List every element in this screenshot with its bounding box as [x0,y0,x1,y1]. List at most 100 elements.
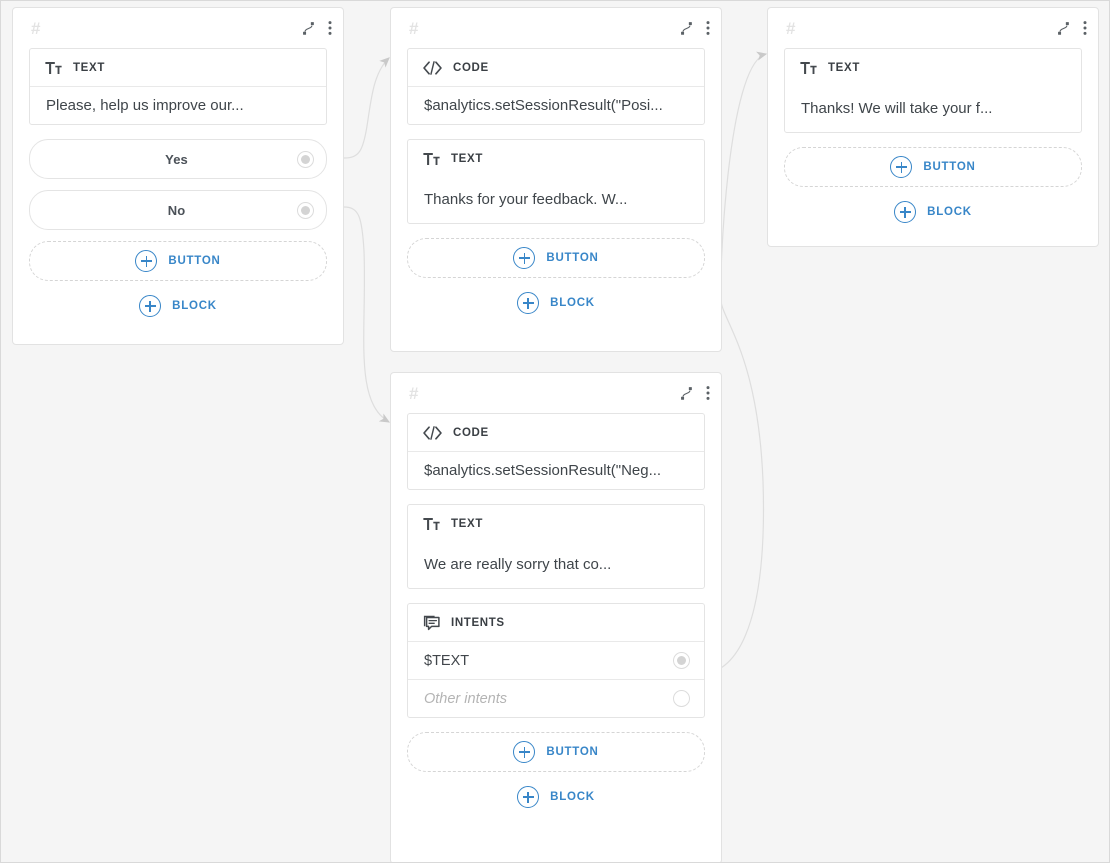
node-header: TEXT [30,49,326,86]
code-icon [423,61,442,75]
code-icon [423,426,442,440]
node-type-label: CODE [453,62,489,74]
intent-radio[interactable] [673,652,690,669]
add-button-control[interactable]: BUTTON [407,238,705,278]
add-block-control[interactable]: BLOCK [407,284,705,322]
card-header-actions [679,20,710,36]
edge-no-to-negative [344,207,389,422]
node-code[interactable]: CODE $analytics.setSessionResult("Neg... [407,413,705,490]
kebab-menu-icon[interactable] [706,385,710,401]
card-header: # [768,8,1098,48]
add-block-label: BLOCK [550,791,595,803]
card-header-actions [301,20,332,36]
option-label: Yes [30,152,297,167]
add-block-control[interactable]: BLOCK [29,287,327,325]
card-header: # [391,373,721,413]
plus-circle-icon [894,201,916,223]
plus-circle-icon [513,247,535,269]
option-radio[interactable] [297,151,314,168]
node-code-content[interactable]: $analytics.setSessionResult("Neg... [408,451,704,489]
card-header: # [391,8,721,48]
card-body: TEXT Thanks! We will take your f... BUTT… [768,48,1098,247]
kebab-menu-icon[interactable] [328,20,332,36]
add-button-label: BUTTON [923,161,975,173]
plus-circle-icon [890,156,912,178]
node-header: CODE [408,49,704,86]
hash-icon: # [409,385,418,402]
plus-circle-icon [135,250,157,272]
node-code-content[interactable]: $analytics.setSessionResult("Posi... [408,86,704,124]
plus-circle-icon [517,786,539,808]
add-button-label: BUTTON [546,252,598,264]
flow-card-negative[interactable]: # [390,372,722,863]
node-header: TEXT [408,505,704,542]
edge-yes-to-positive [344,58,389,158]
hash-icon: # [409,20,418,37]
node-header: TEXT [785,49,1081,86]
node-header: INTENTS [408,604,704,641]
node-text-content[interactable]: Thanks for your feedback. W... [408,177,704,223]
text-format-icon [423,152,440,166]
plus-circle-icon [513,741,535,763]
add-block-label: BLOCK [172,300,217,312]
intent-radio[interactable] [673,690,690,707]
add-block-label: BLOCK [927,206,972,218]
card-header-actions [1056,20,1087,36]
node-text-content[interactable]: Thanks! We will take your f... [785,86,1081,132]
connector-icon[interactable] [679,21,694,36]
text-format-icon [423,517,440,531]
node-text[interactable]: TEXT We are really sorry that co... [407,504,705,589]
intent-label: $TEXT [424,653,673,669]
intent-row[interactable]: $TEXT [408,641,704,679]
add-button-control[interactable]: BUTTON [407,732,705,772]
plus-circle-icon [139,295,161,317]
option-row[interactable]: No [29,190,327,230]
node-code[interactable]: CODE $analytics.setSessionResult("Posi..… [407,48,705,125]
node-type-label: TEXT [451,153,483,165]
node-text[interactable]: TEXT Please, help us improve our... [29,48,327,125]
card-body: CODE $analytics.setSessionResult("Neg...… [391,413,721,832]
text-format-icon [800,61,817,75]
card-header: # [13,8,343,48]
node-intents[interactable]: INTENTS $TEXT Other intents [407,603,705,718]
option-label: No [30,203,297,218]
connector-icon[interactable] [679,386,694,401]
node-type-label: TEXT [73,62,105,74]
card-body: TEXT Please, help us improve our... Yes … [13,48,343,341]
plus-circle-icon [517,292,539,314]
card-body: CODE $analytics.setSessionResult("Posi..… [391,48,721,338]
flow-card-thanks[interactable]: # [767,7,1099,247]
add-block-control[interactable]: BLOCK [407,778,705,816]
hash-icon: # [786,20,795,37]
node-text-content[interactable]: We are really sorry that co... [408,542,704,588]
node-header: TEXT [408,140,704,177]
connector-icon[interactable] [301,21,316,36]
node-type-label: TEXT [451,518,483,530]
node-text[interactable]: TEXT Thanks for your feedback. W... [407,139,705,224]
intent-row[interactable]: Other intents [408,679,704,717]
card-header-actions [679,385,710,401]
connector-icon[interactable] [1056,21,1071,36]
kebab-menu-icon[interactable] [1083,20,1087,36]
node-type-label: INTENTS [451,617,505,629]
option-row[interactable]: Yes [29,139,327,179]
hash-icon: # [31,20,40,37]
kebab-menu-icon[interactable] [706,20,710,36]
add-button-label: BUTTON [168,255,220,267]
intents-speech-icon [423,615,440,631]
text-format-icon [45,61,62,75]
add-button-control[interactable]: BUTTON [784,147,1082,187]
add-block-label: BLOCK [550,297,595,309]
flow-canvas[interactable]: # [0,0,1110,863]
node-type-label: CODE [453,427,489,439]
add-button-control[interactable]: BUTTON [29,241,327,281]
flow-card-positive[interactable]: # [390,7,722,352]
intent-label: Other intents [424,691,673,707]
node-text[interactable]: TEXT Thanks! We will take your f... [784,48,1082,133]
option-radio[interactable] [297,202,314,219]
flow-card-survey[interactable]: # [12,7,344,345]
add-block-control[interactable]: BLOCK [784,193,1082,231]
add-button-label: BUTTON [546,746,598,758]
node-header: CODE [408,414,704,451]
node-text-content[interactable]: Please, help us improve our... [30,86,326,124]
